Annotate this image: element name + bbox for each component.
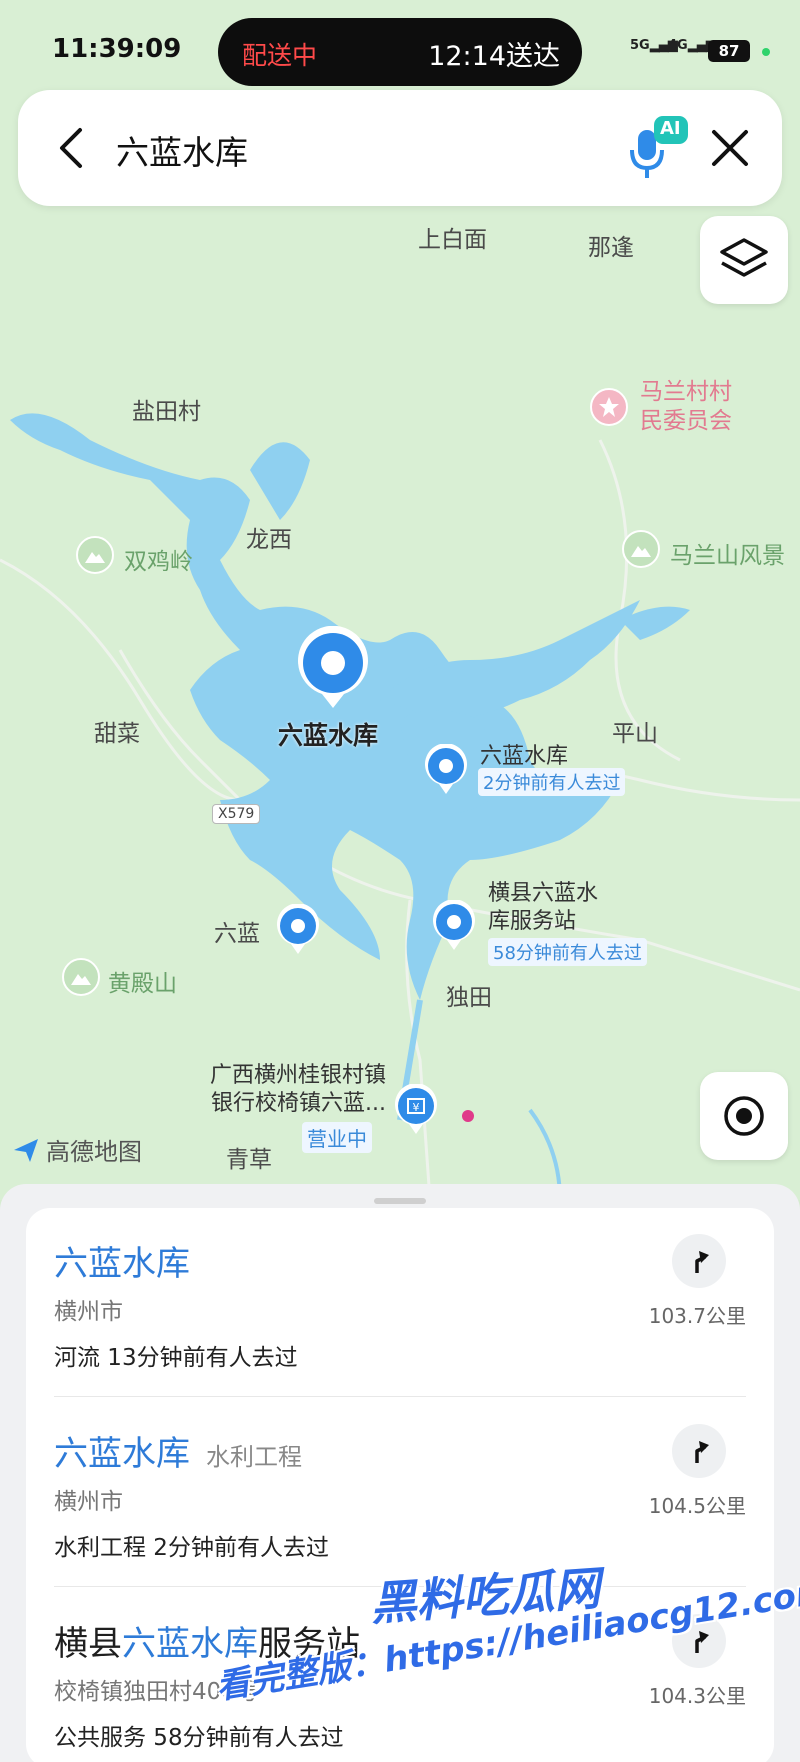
- result-tag: 水利工程: [206, 1443, 302, 1471]
- status-bar: 11:39:09 配送中 12:14送达 5G▂▄▆ 4G▂▄▆ 87: [0, 0, 800, 100]
- mountain-icon[interactable]: [622, 530, 660, 568]
- location-pin[interactable]: [276, 904, 320, 956]
- result-title: 六蓝水库 水利工程: [54, 1434, 302, 1474]
- road-badge-x579: X579: [212, 804, 261, 824]
- place-label-shangbaimian: 上白面: [418, 227, 487, 253]
- close-button[interactable]: [702, 120, 758, 176]
- result-distance: 103.7公里: [648, 1304, 746, 1328]
- svg-text:¥: ¥: [413, 1101, 420, 1114]
- chevron-left-icon: [60, 128, 82, 168]
- result-title: 六蓝水库: [54, 1244, 190, 1284]
- result-meta: 公共服务 58分钟前有人去过: [54, 1725, 344, 1751]
- locate-me-button[interactable]: [700, 1072, 788, 1160]
- microphone-icon: [630, 116, 688, 178]
- layers-icon: [720, 238, 768, 277]
- pin3-visit-tag: 58分钟前有人去过: [488, 938, 647, 966]
- dynamic-island[interactable]: 配送中 12:14送达: [218, 18, 582, 86]
- target-icon: [724, 1096, 764, 1136]
- place-label-dutian: 独田: [446, 985, 492, 1011]
- result-item[interactable]: 六蓝水库 水利工程 横州市 水利工程 2分钟前有人去过 104.5公里: [26, 1398, 774, 1586]
- committee-label[interactable]: 马兰村村 民委员会: [640, 378, 732, 436]
- result-city: 横州市: [54, 1489, 123, 1515]
- pin3-label: 横县六蓝水 库服务站: [488, 880, 598, 936]
- back-button[interactable]: [46, 120, 96, 176]
- result-distance: 104.5公里: [648, 1494, 746, 1518]
- mountain-icon[interactable]: [76, 536, 114, 574]
- status-time: 11:39:09: [52, 34, 182, 64]
- ai-voice-button[interactable]: AI: [620, 112, 696, 184]
- result-distance: 104.3公里: [648, 1684, 746, 1708]
- peak-label-shuangjiling[interactable]: 双鸡岭: [124, 542, 193, 576]
- location-pin[interactable]: [432, 900, 476, 952]
- bank-icon[interactable]: ¥: [394, 1084, 438, 1136]
- delivery-status: 配送中: [242, 41, 318, 70]
- place-label-tiancai: 甜菜: [94, 721, 140, 747]
- privacy-dot: [762, 48, 770, 56]
- bank-label-line1: 广西横州桂银村镇: [209, 1063, 386, 1088]
- peak-label-huangdianshan[interactable]: 黄殿山: [108, 964, 177, 998]
- place-label-qingcao: 青草: [226, 1147, 272, 1173]
- search-input[interactable]: 六蓝水库: [116, 126, 248, 174]
- place-label-nafeng: 那逢: [588, 235, 634, 261]
- pin3-label-line1: 横县六蓝水: [488, 881, 599, 906]
- place-label-yantiancun: 盐田村: [132, 399, 201, 425]
- selected-location-pin[interactable]: [296, 626, 370, 710]
- turn-arrow-icon: [695, 1251, 709, 1273]
- delivery-eta: 12:14送达: [428, 41, 560, 72]
- result-city: 横州市: [54, 1299, 123, 1325]
- bank-label: 广西横州桂银村镇 银行校椅镇六蓝...: [180, 1062, 386, 1118]
- navigate-button[interactable]: [672, 1234, 726, 1288]
- amap-logo-icon: [14, 1138, 38, 1162]
- peak-label-maolanshan[interactable]: 马兰山风景: [670, 536, 785, 570]
- pin2-label: 六蓝水库: [480, 744, 569, 769]
- ai-badge: AI: [660, 118, 681, 139]
- battery-indicator: 87: [708, 40, 750, 62]
- place-label-liulan: 六蓝: [214, 921, 260, 947]
- result-meta: 河流 13分钟前有人去过: [54, 1345, 298, 1371]
- place-label-longxi: 龙西: [246, 527, 292, 553]
- divider: [54, 1396, 746, 1397]
- result-item[interactable]: 六蓝水库 横州市 河流 13分钟前有人去过 103.7公里: [26, 1208, 774, 1396]
- location-pin[interactable]: [424, 744, 468, 796]
- turn-arrow-icon: [695, 1441, 709, 1463]
- main-pin-label: 六蓝水库: [278, 721, 379, 750]
- place-label-pingshan: 平山: [612, 721, 658, 747]
- bank-status-tag: 营业中: [302, 1122, 372, 1153]
- committee-label-line1: 马兰村村: [640, 379, 732, 405]
- bank-label-line2: 银行校椅镇六蓝...: [211, 1091, 386, 1116]
- map-layers-button[interactable]: [700, 216, 788, 304]
- committee-label-line2: 民委员会: [640, 408, 732, 434]
- search-bar: 六蓝水库 AI: [18, 90, 782, 206]
- sheet-drag-handle[interactable]: [374, 1198, 426, 1204]
- mountain-icon[interactable]: [62, 958, 100, 996]
- star-icon[interactable]: [590, 388, 628, 426]
- pin3-label-line2: 库服务站: [488, 909, 577, 934]
- navigate-button[interactable]: [672, 1424, 726, 1478]
- amap-brand-text: 高德地图: [46, 1138, 142, 1166]
- result-meta: 水利工程 2分钟前有人去过: [54, 1535, 329, 1561]
- amap-brand: 高德地图: [12, 1132, 142, 1167]
- close-icon: [712, 130, 748, 166]
- pin2-visit-tag: 2分钟前有人去过: [478, 768, 626, 796]
